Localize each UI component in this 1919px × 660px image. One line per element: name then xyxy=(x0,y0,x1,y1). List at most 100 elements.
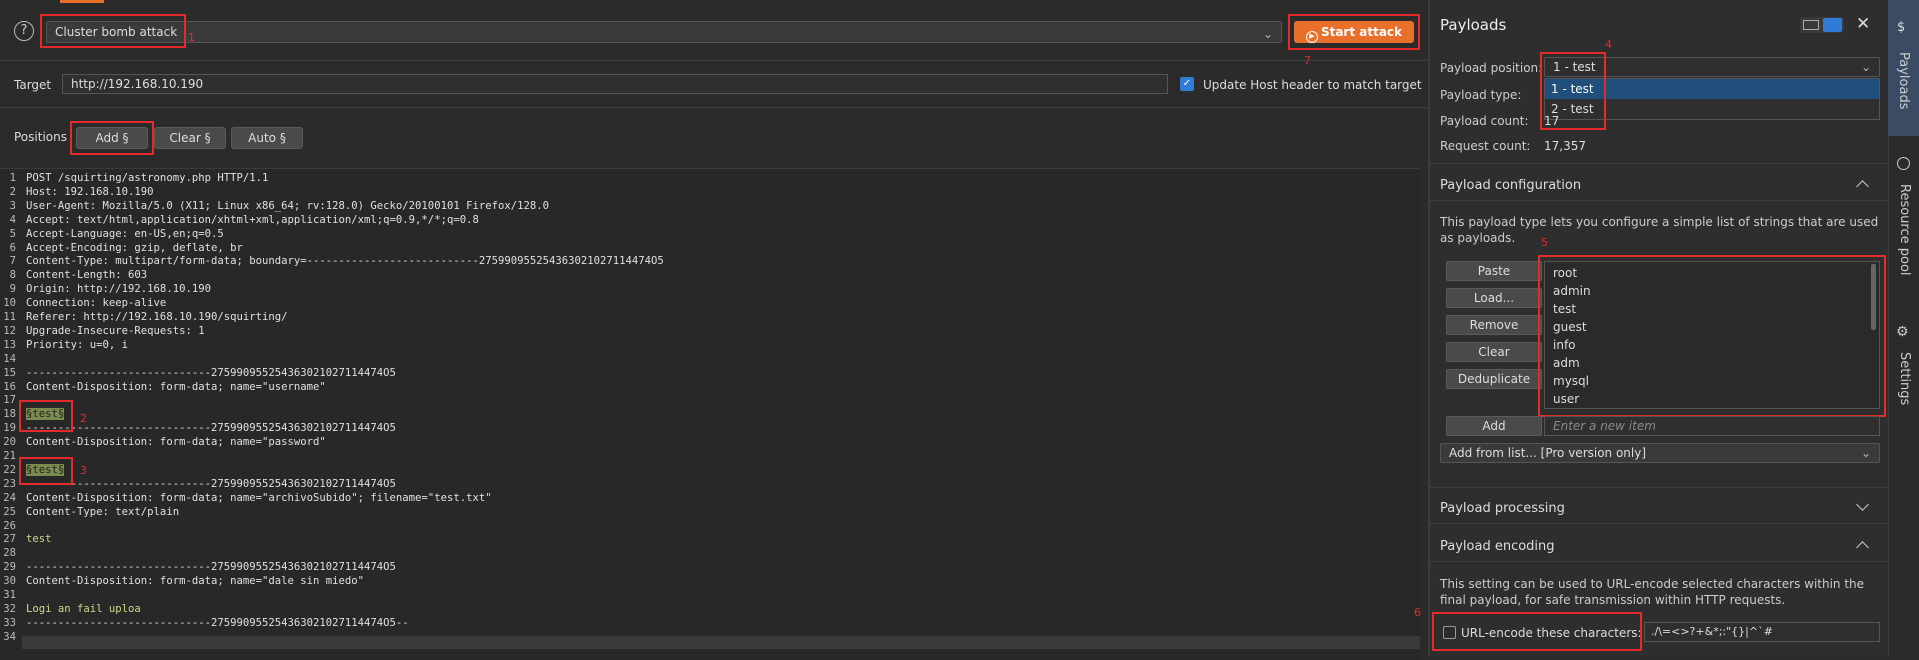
payload-position-label: Payload position: xyxy=(1440,61,1543,75)
current-line-highlight xyxy=(22,636,1420,649)
line-number: 12 xyxy=(3,324,16,337)
new-item-input[interactable]: Enter a new item xyxy=(1544,416,1880,436)
line-number: 19 xyxy=(3,422,16,435)
rail-label-settings: Settings xyxy=(1897,352,1912,406)
line-number: 18 xyxy=(3,408,16,421)
line-number: 3 xyxy=(9,199,16,212)
url-encode-characters-input[interactable]: ./\=<>?+&*;:"{}|^`# xyxy=(1644,622,1880,642)
divider xyxy=(1430,523,1888,524)
split-layout-icon xyxy=(1823,18,1842,32)
help-icon[interactable]: ? xyxy=(14,21,34,41)
request-line: Priority: u=0, i xyxy=(26,338,129,351)
line-number: 34 xyxy=(3,630,16,643)
line-number: 29 xyxy=(3,561,16,574)
deduplicate-button[interactable]: Deduplicate xyxy=(1446,369,1542,389)
request-line: Content-Disposition: form-data; name="da… xyxy=(26,575,365,588)
line-number: 9 xyxy=(9,283,16,296)
paste-button[interactable]: Paste xyxy=(1446,261,1542,281)
close-icon[interactable]: ✕ xyxy=(1856,14,1870,34)
request-line: Connection: keep-alive xyxy=(26,297,167,310)
request-line: POST /squirting/astronomy.php HTTP/1.1 xyxy=(26,172,269,184)
target-url-input[interactable]: http://192.168.10.190 xyxy=(62,74,1168,94)
line-number: 30 xyxy=(3,575,16,588)
divider xyxy=(0,60,1428,61)
request-line: -----------------------------27599095525… xyxy=(26,561,396,574)
pie-clock-icon xyxy=(1897,157,1910,170)
annotation-number-6: 6 xyxy=(1414,606,1421,619)
request-line: Accept-Language: en-US,en;q=0.5 xyxy=(26,227,224,240)
payload-encoding-description: This setting can be used to URL-encode s… xyxy=(1440,577,1865,607)
gear-icon: ⚙ xyxy=(1896,324,1909,340)
payload-encoding-title: Payload encoding xyxy=(1440,539,1555,554)
load-button[interactable]: Load... xyxy=(1446,288,1542,308)
request-line: Logi an fail uploa xyxy=(26,602,141,615)
payload-type-label: Payload type: xyxy=(1440,88,1522,102)
request-line: test xyxy=(26,533,52,546)
rail-label-resource-pool: Resource pool xyxy=(1897,184,1912,276)
line-number: 27 xyxy=(3,533,16,546)
layout-toggle[interactable] xyxy=(1800,17,1844,33)
side-rail: $ Payloads Resource pool ⚙ Settings xyxy=(1888,0,1919,656)
request-line: Content-Disposition: form-data; name="us… xyxy=(26,380,326,393)
request-line: -----------------------------27599095525… xyxy=(26,616,409,629)
line-number: 25 xyxy=(3,505,16,518)
target-url-value: http://192.168.10.190 xyxy=(71,77,204,91)
line-number: 16 xyxy=(3,380,16,393)
line-number: 1 xyxy=(9,172,16,184)
request-editor[interactable]: 1 POST /squirting/astronomy.php HTTP/1.1 2… xyxy=(0,168,1420,660)
request-line: Host: 192.168.10.190 xyxy=(26,185,154,198)
chevron-up-icon[interactable] xyxy=(1856,541,1869,554)
divider xyxy=(1430,200,1888,201)
line-number: 4 xyxy=(9,213,16,226)
active-tab-marker xyxy=(60,0,104,3)
chevron-up-icon[interactable] xyxy=(1856,180,1869,193)
attack-type-select[interactable]: Cluster bomb attack ⌄ xyxy=(46,21,1282,43)
divider xyxy=(1430,163,1888,164)
line-number: 24 xyxy=(3,491,16,504)
url-encode-characters-value: ./\=<>?+&*;:"{}|^`# xyxy=(1651,625,1773,638)
add-from-list-value: Add from list... [Pro version only] xyxy=(1449,446,1647,460)
update-host-checkbox[interactable]: ✓ xyxy=(1180,77,1194,91)
annotation-number-5: 5 xyxy=(1541,236,1548,249)
line-number: 31 xyxy=(3,589,16,601)
request-line: Accept: text/html,application/xhtml+xml,… xyxy=(26,213,479,226)
payloads-panel: Payloads ✕ Payload position: 1 - test ⌄ … xyxy=(1414,0,1888,656)
auto-markers-button[interactable]: Auto § xyxy=(231,127,303,149)
line-number: 2 xyxy=(9,185,16,198)
remove-button[interactable]: Remove xyxy=(1446,315,1542,335)
annotation-number-4: 4 xyxy=(1605,38,1612,51)
line-number: 26 xyxy=(3,519,16,532)
divider xyxy=(1430,487,1888,488)
rail-tab-settings[interactable]: ⚙ Settings xyxy=(1889,322,1919,422)
divider xyxy=(0,107,1428,108)
payload-processing-title: Payload processing xyxy=(1440,501,1565,516)
line-number: 11 xyxy=(3,311,16,323)
annotation-box-2 xyxy=(19,400,73,432)
rail-tab-resource-pool[interactable]: Resource pool xyxy=(1889,150,1919,290)
annotation-box-6 xyxy=(1432,612,1642,651)
line-number: 23 xyxy=(3,477,16,490)
rail-label-payloads: Payloads xyxy=(1896,52,1911,110)
add-from-list-select[interactable]: Add from list... [Pro version only] ⌄ xyxy=(1440,443,1880,463)
line-number: 15 xyxy=(3,366,16,379)
payload-configuration-title: Payload configuration xyxy=(1440,178,1582,193)
chevron-down-icon[interactable] xyxy=(1856,498,1869,511)
line-number: 33 xyxy=(3,616,16,629)
request-line: Referer: http://192.168.10.190/squirting… xyxy=(26,311,288,323)
list-layout-icon xyxy=(1803,20,1819,30)
payload-configuration-description: This payload type lets you configure a s… xyxy=(1440,215,1879,245)
intruder-positions-panel: ? Cluster bomb attack ⌄ 1 ▶ Start attack … xyxy=(0,4,1428,660)
line-number: 20 xyxy=(3,436,16,449)
line-number: 5 xyxy=(9,227,16,240)
line-number: 10 xyxy=(3,297,16,310)
request-count-value: 17,357 xyxy=(1544,139,1586,153)
add-item-button[interactable]: Add xyxy=(1446,416,1542,436)
rail-tab-payloads[interactable]: $ Payloads xyxy=(1888,0,1919,136)
chevron-down-icon: ⌄ xyxy=(1860,60,1871,74)
clear-button[interactable]: Clear xyxy=(1446,342,1542,362)
request-line: Content-Disposition: form-data; name="ar… xyxy=(26,491,492,504)
clear-markers-button[interactable]: Clear § xyxy=(154,127,226,149)
update-host-label: Update Host header to match target xyxy=(1203,78,1422,92)
request-line: -----------------------------27599095525… xyxy=(26,477,396,490)
payloads-title: Payloads xyxy=(1440,16,1507,34)
